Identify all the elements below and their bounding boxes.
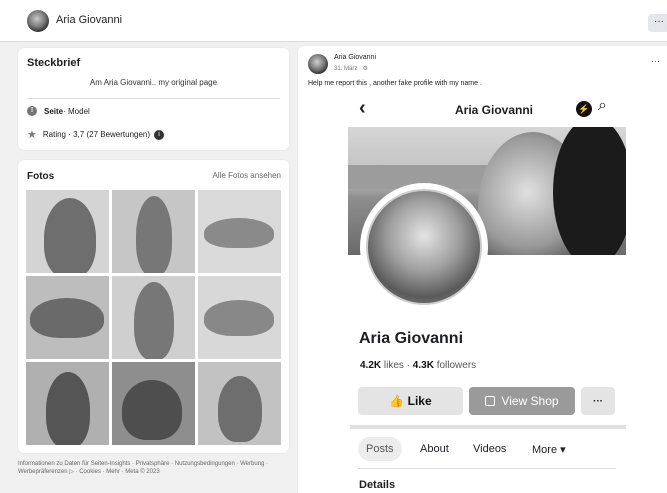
- followers-label: followers: [433, 360, 477, 371]
- star-icon: ★: [27, 129, 37, 141]
- tab-videos: Videos: [473, 443, 507, 455]
- see-all-photos-link[interactable]: Alle Fotos ansehen: [213, 171, 282, 180]
- photo-thumbnail[interactable]: [26, 190, 109, 273]
- info-icon: !: [27, 106, 37, 116]
- intro-text: Am Aria Giovanni.. my original page: [89, 78, 218, 87]
- profile-picture: [360, 183, 488, 311]
- post-avatar[interactable]: [308, 54, 328, 74]
- divider: [350, 425, 626, 429]
- search-icon: ⌕: [598, 97, 607, 114]
- likes-label: likes ·: [381, 360, 413, 371]
- like-button: 👍 Like: [358, 387, 463, 415]
- photo-thumbnail[interactable]: [26, 362, 109, 445]
- category-label[interactable]: Seite: [44, 107, 63, 116]
- photo-grid: [26, 190, 281, 445]
- category-value: · Model: [63, 106, 90, 116]
- shop-icon: [485, 396, 496, 406]
- screenshot-more-button: ···: [581, 387, 615, 415]
- likes-value: 4.2K: [360, 360, 382, 371]
- photo-thumbnail[interactable]: [26, 276, 109, 359]
- screenshot-page-name: Aria Giovanni: [359, 330, 464, 347]
- details-heading: Details: [359, 479, 396, 491]
- avatar[interactable]: [27, 10, 49, 32]
- more-button[interactable]: ···: [648, 14, 667, 32]
- followers-value: 4.3K: [412, 360, 434, 371]
- fotos-title: Fotos: [27, 171, 55, 182]
- fotos-card: Fotos Alle Fotos ansehen: [18, 160, 289, 453]
- photo-thumbnail[interactable]: [198, 276, 281, 359]
- screenshot-stats: 4.2K likes · 4.3K followers: [360, 360, 476, 371]
- steckbrief-title: Steckbrief: [27, 57, 81, 69]
- photo-thumbnail[interactable]: [198, 362, 281, 445]
- post-date[interactable]: 31. März · ⚙: [334, 65, 368, 72]
- view-shop-label: View Shop: [501, 394, 559, 408]
- screenshot-title: Aria Giovanni: [454, 103, 534, 117]
- page-header: Aria Giovanni ···: [0, 0, 667, 42]
- post-more-button[interactable]: ···: [651, 56, 660, 66]
- page-title[interactable]: Aria Giovanni: [56, 14, 122, 26]
- rating-text[interactable]: Rating · 3,7 (27 Bewertungen): [43, 130, 150, 139]
- tab-more: More ▾: [532, 443, 566, 456]
- rating-row: ★ Rating · 3,7 (27 Bewertungen) i: [27, 128, 165, 141]
- photo-thumbnail[interactable]: [112, 276, 195, 359]
- view-shop-button: View Shop: [469, 387, 575, 415]
- messenger-icon: ⚡: [576, 101, 592, 117]
- photo-thumbnail[interactable]: [112, 362, 195, 445]
- tab-posts: Posts: [358, 437, 402, 461]
- category-row: ! Seite · Model: [27, 106, 90, 116]
- photo-thumbnail[interactable]: [112, 190, 195, 273]
- divider: [27, 98, 280, 99]
- info-badge-icon[interactable]: i: [154, 129, 165, 140]
- tab-about: About: [420, 443, 449, 455]
- steckbrief-card: Steckbrief Am Aria Giovanni.. my origina…: [18, 48, 289, 150]
- divider: [358, 468, 616, 469]
- post-text: Help me report this , another fake profi…: [308, 80, 482, 87]
- footer-links[interactable]: Informationen zu Daten für Seiten-Insigh…: [18, 460, 293, 476]
- photo-thumbnail[interactable]: [198, 190, 281, 273]
- post-image[interactable]: ‹ Aria Giovanni ⚡ ⌕ Aria Giovanni 4.2K l…: [348, 95, 638, 493]
- post-author[interactable]: Aria Giovanni: [334, 54, 376, 61]
